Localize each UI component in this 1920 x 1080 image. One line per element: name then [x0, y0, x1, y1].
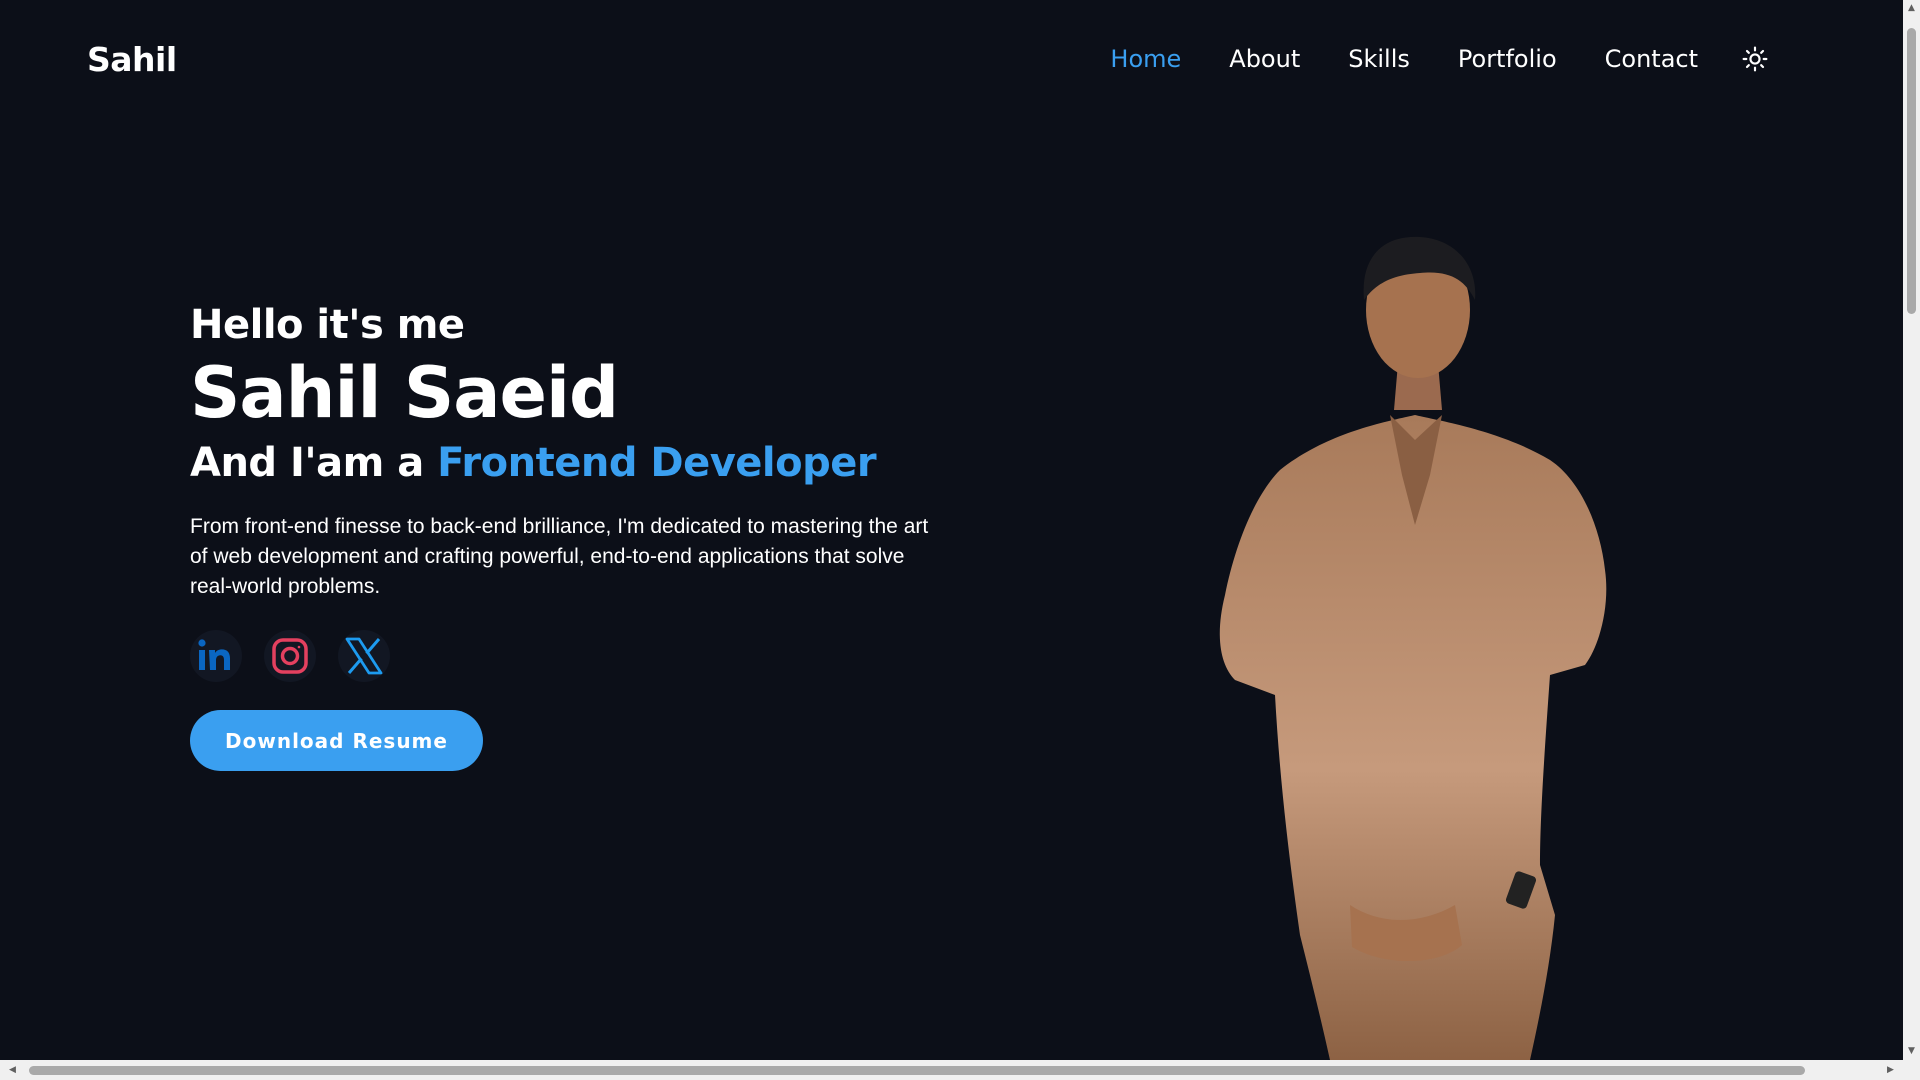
hero-description: From front-end finesse to back-end brill…	[190, 515, 929, 598]
x-icon	[345, 637, 383, 675]
linkedin-link[interactable]	[190, 630, 242, 682]
main-nav: Home About Skills Portfolio Contact	[1110, 44, 1770, 74]
hero-section: Hello it's me Sahil Saeid And I'am a Fro…	[190, 302, 970, 771]
horizontal-scrollbar[interactable]: ◀ ▶	[0, 1060, 1920, 1080]
horizontal-scroll-thumb[interactable]	[29, 1066, 1805, 1075]
instagram-icon	[272, 638, 308, 674]
social-links	[190, 630, 970, 682]
site-logo[interactable]: Sahil	[87, 40, 177, 79]
linkedin-icon	[198, 639, 230, 670]
scroll-left-icon[interactable]: ◀	[4, 1060, 21, 1080]
nav-about[interactable]: About	[1229, 45, 1300, 73]
nav-portfolio[interactable]: Portfolio	[1458, 45, 1557, 73]
scroll-right-icon[interactable]: ▶	[1882, 1060, 1899, 1080]
download-resume-button[interactable]: Download Resume	[190, 710, 483, 771]
profile-photo	[1219, 236, 1607, 1060]
hero-name: Sahil Saeid	[190, 352, 619, 434]
scroll-down-icon[interactable]: ▼	[1903, 1043, 1920, 1060]
scroll-up-icon[interactable]: ▲	[1903, 0, 1920, 17]
nav-skills[interactable]: Skills	[1348, 45, 1410, 73]
nav-contact[interactable]: Contact	[1605, 45, 1698, 73]
vertical-scroll-thumb[interactable]	[1907, 28, 1916, 314]
x-link[interactable]	[338, 630, 390, 682]
hero-role: And I'am a Frontend Developer	[190, 440, 970, 486]
sun-icon[interactable]	[1740, 44, 1770, 74]
hero-greeting: Hello it's me	[190, 302, 465, 348]
vertical-scrollbar[interactable]: ▲ ▼	[1903, 0, 1920, 1060]
nav-home[interactable]: Home	[1110, 45, 1181, 73]
role-highlight: Frontend Developer	[437, 440, 877, 486]
role-prefix: And I'am a	[190, 440, 438, 486]
instagram-link[interactable]	[264, 630, 316, 682]
